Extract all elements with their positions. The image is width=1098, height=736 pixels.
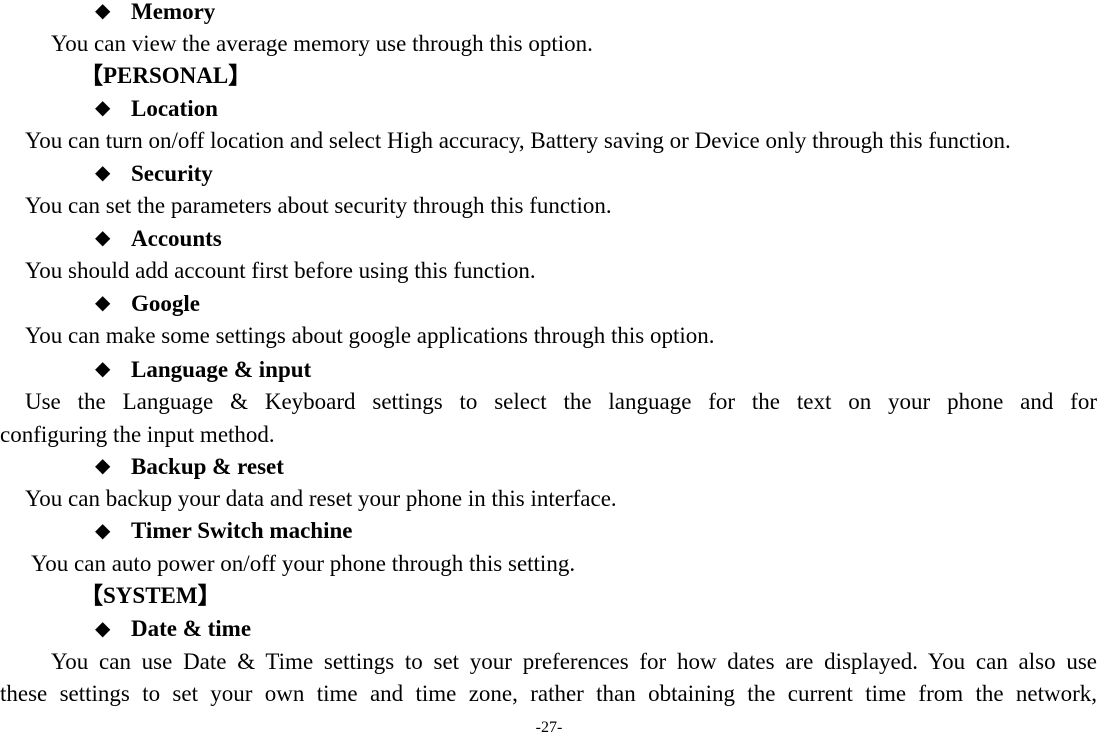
section-system: 【SYSTEM】 bbox=[80, 583, 221, 608]
heading-date-time: Date & time bbox=[131, 616, 252, 641]
diamond-bullet-icon: ◆ bbox=[95, 455, 111, 477]
body-timer-switch: You can auto power on/off your phone thr… bbox=[31, 551, 576, 576]
body-google: You can make some settings about google … bbox=[25, 323, 715, 348]
body-accounts: You should add account first before usin… bbox=[25, 258, 536, 283]
body-date-time-line2: these settings to set your own time and … bbox=[0, 681, 1097, 706]
page-number: -27- bbox=[535, 719, 563, 736]
body-language-input-line1: Use the Language & Keyboard settings to … bbox=[25, 389, 1097, 414]
body-location: You can turn on/off location and select … bbox=[25, 128, 1011, 153]
diamond-bullet-icon: ◆ bbox=[95, 292, 111, 314]
heading-security: Security bbox=[131, 161, 213, 186]
heading-language-input: Language & input bbox=[131, 357, 312, 382]
body-backup-reset: You can backup your data and reset your … bbox=[25, 486, 617, 511]
body-memory: You can view the average memory use thro… bbox=[51, 31, 593, 56]
diamond-bullet-icon: ◆ bbox=[95, 618, 111, 640]
body-security: You can set the parameters about securit… bbox=[25, 193, 612, 218]
section-personal: 【PERSONAL】 bbox=[80, 63, 252, 88]
body-date-time-line1: You can use Date & Time settings to set … bbox=[51, 649, 1097, 674]
body-language-input-line2: configuring the input method. bbox=[0, 422, 275, 447]
diamond-bullet-icon: ◆ bbox=[95, 358, 111, 380]
diamond-bullet-icon: ◆ bbox=[95, 97, 111, 119]
heading-location: Location bbox=[131, 96, 218, 121]
diamond-bullet-icon: ◆ bbox=[95, 162, 111, 184]
heading-google: Google bbox=[131, 291, 200, 316]
diamond-bullet-icon: ◆ bbox=[95, 227, 111, 249]
heading-accounts: Accounts bbox=[131, 226, 222, 251]
heading-timer-switch: Timer Switch machine bbox=[131, 518, 353, 543]
heading-backup-reset: Backup & reset bbox=[131, 454, 284, 479]
diamond-bullet-icon: ◆ bbox=[95, 0, 111, 22]
heading-memory: Memory bbox=[131, 0, 216, 24]
diamond-bullet-icon: ◆ bbox=[95, 520, 111, 542]
